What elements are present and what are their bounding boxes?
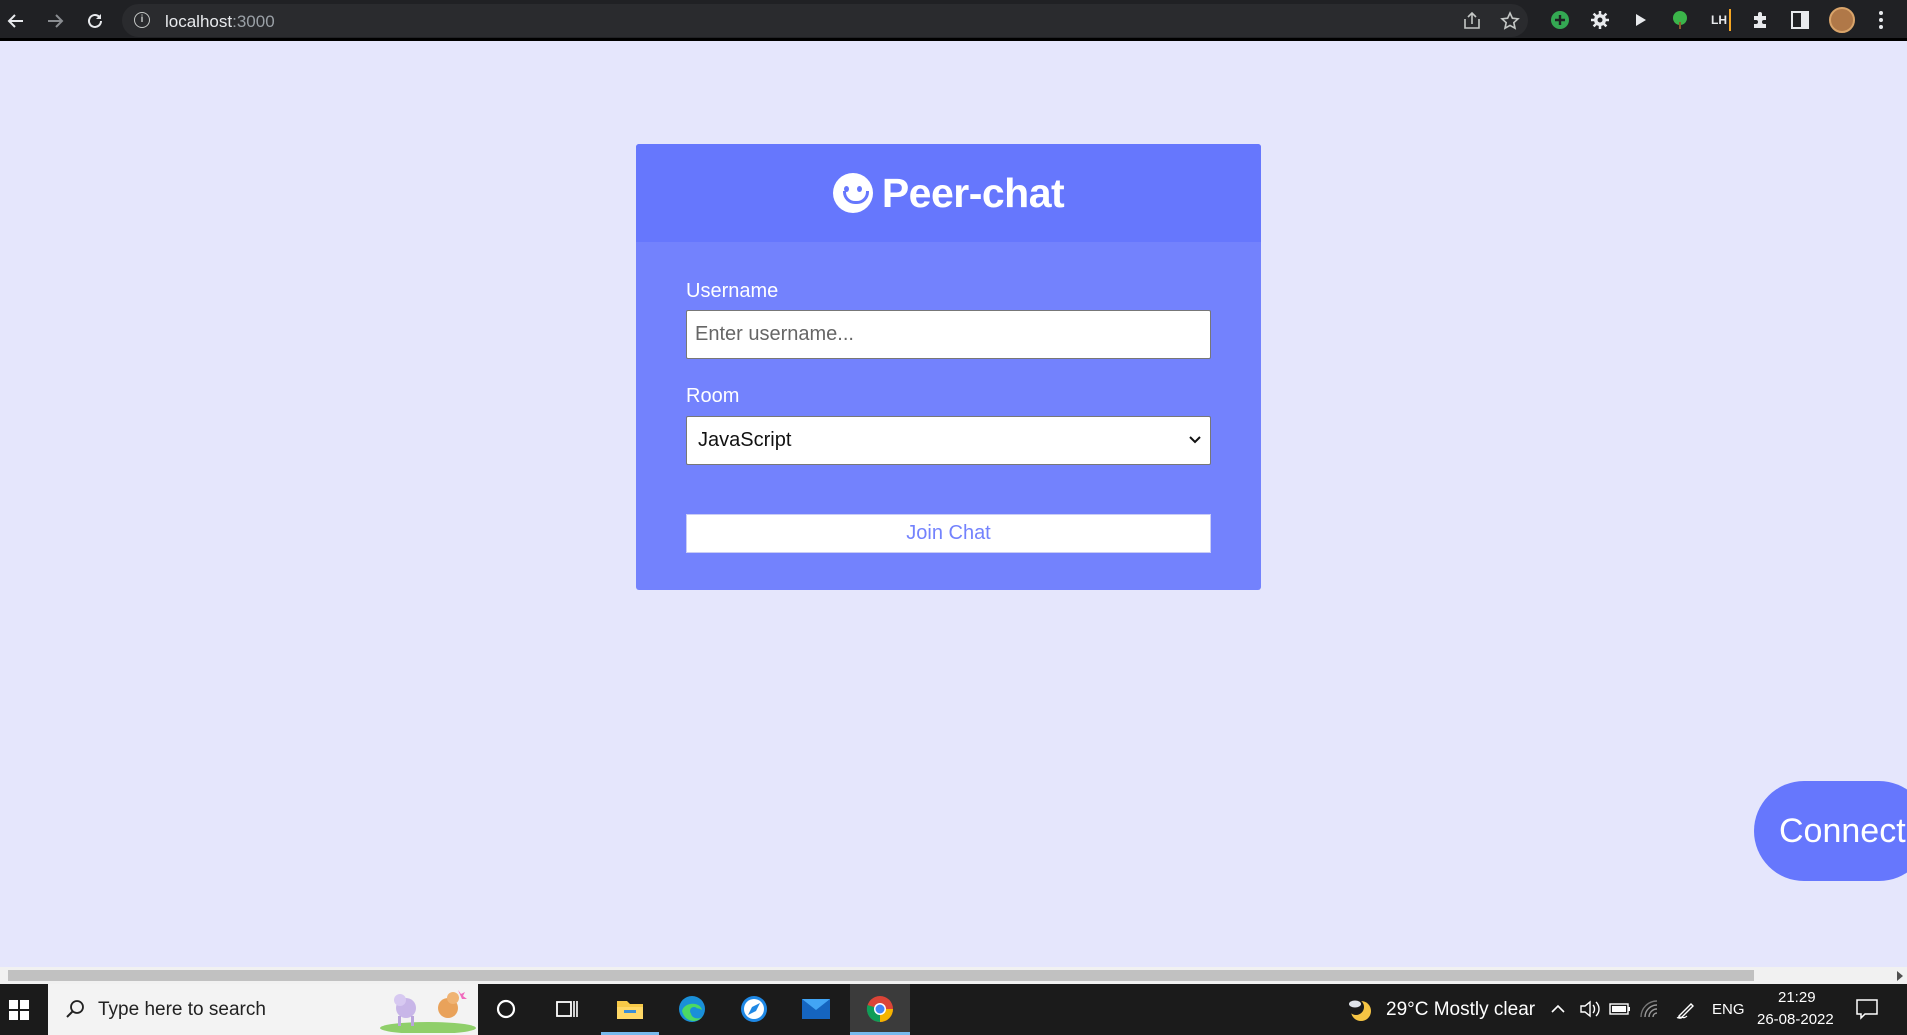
profile-avatar[interactable]	[1829, 7, 1855, 33]
scrollbar-thumb[interactable]	[8, 970, 1754, 981]
share-icon[interactable]	[1462, 11, 1482, 31]
task-view-icon[interactable]	[550, 992, 584, 1026]
side-panel-icon[interactable]	[1789, 9, 1811, 31]
reload-icon[interactable]	[82, 8, 108, 34]
battery-icon[interactable]	[1609, 1002, 1631, 1016]
browser-toolbar: i localhost:3000 LH	[0, 0, 1907, 41]
file-explorer-icon[interactable]	[613, 992, 647, 1026]
room-select[interactable]: JavaScript	[686, 416, 1211, 465]
search-highlight-art-icon	[380, 990, 476, 1033]
extension-plus-icon[interactable]	[1549, 9, 1571, 31]
room-selected-value: JavaScript	[698, 429, 792, 451]
extensions-puzzle-icon[interactable]	[1749, 9, 1771, 31]
address-bar[interactable]: i localhost:3000	[122, 4, 1528, 37]
url-text: localhost:3000	[165, 12, 275, 31]
volume-icon[interactable]	[1579, 999, 1601, 1019]
clock-date[interactable]: 26-08-2022	[1757, 1011, 1834, 1028]
join-chat-button[interactable]: Join Chat	[686, 514, 1211, 553]
forward-icon[interactable]	[42, 8, 68, 34]
app-title: Peer-chat	[881, 169, 1065, 216]
username-field[interactable]	[686, 310, 1211, 359]
extension-play-icon[interactable]	[1629, 9, 1651, 31]
card-header: Peer-chat	[636, 144, 1261, 242]
browser-menu-icon[interactable]	[1870, 9, 1892, 31]
notification-icon[interactable]	[1855, 998, 1879, 1020]
room-label: Room	[686, 385, 740, 407]
chevron-down-icon	[1189, 436, 1201, 444]
weather-moon-icon[interactable]	[1347, 996, 1375, 1024]
extension-tree-icon[interactable]	[1669, 9, 1691, 31]
username-label: Username	[686, 280, 779, 302]
site-info-icon[interactable]: i	[134, 12, 150, 28]
username-input[interactable]	[687, 311, 1210, 358]
clock-time[interactable]: 21:29	[1778, 989, 1816, 1006]
connect-button[interactable]: Connect	[1754, 781, 1907, 881]
back-icon[interactable]	[3, 8, 29, 34]
horizontal-scrollbar[interactable]	[0, 967, 1907, 984]
language-indicator[interactable]: ENG	[1712, 1001, 1745, 1018]
chrome-icon[interactable]	[863, 992, 897, 1026]
pen-icon[interactable]	[1675, 998, 1697, 1020]
search-placeholder: Type here to search	[98, 999, 266, 1020]
weather-text[interactable]: 29°C Mostly clear	[1386, 999, 1535, 1021]
mail-icon[interactable]	[799, 992, 833, 1026]
chevron-up-icon[interactable]	[1550, 1002, 1566, 1016]
safari-icon[interactable]	[737, 992, 771, 1026]
smile-icon	[832, 173, 873, 213]
network-icon[interactable]	[1639, 999, 1659, 1019]
windows-start-icon[interactable]	[9, 1000, 29, 1020]
scroll-right-icon[interactable]	[1897, 971, 1903, 981]
cortana-icon[interactable]	[489, 992, 523, 1026]
windows-taskbar: Type here to search 29°C Mostly clear EN…	[0, 984, 1907, 1035]
taskbar-search[interactable]: Type here to search	[48, 984, 478, 1035]
bookmark-star-icon[interactable]	[1500, 11, 1520, 31]
extension-lighthouse-icon[interactable]: LH	[1709, 9, 1731, 31]
search-icon	[66, 1000, 84, 1018]
extension-gear-icon[interactable]	[1589, 9, 1611, 31]
join-card: Peer-chat Username Room JavaScript Join …	[636, 144, 1261, 590]
edge-icon[interactable]	[675, 992, 709, 1026]
